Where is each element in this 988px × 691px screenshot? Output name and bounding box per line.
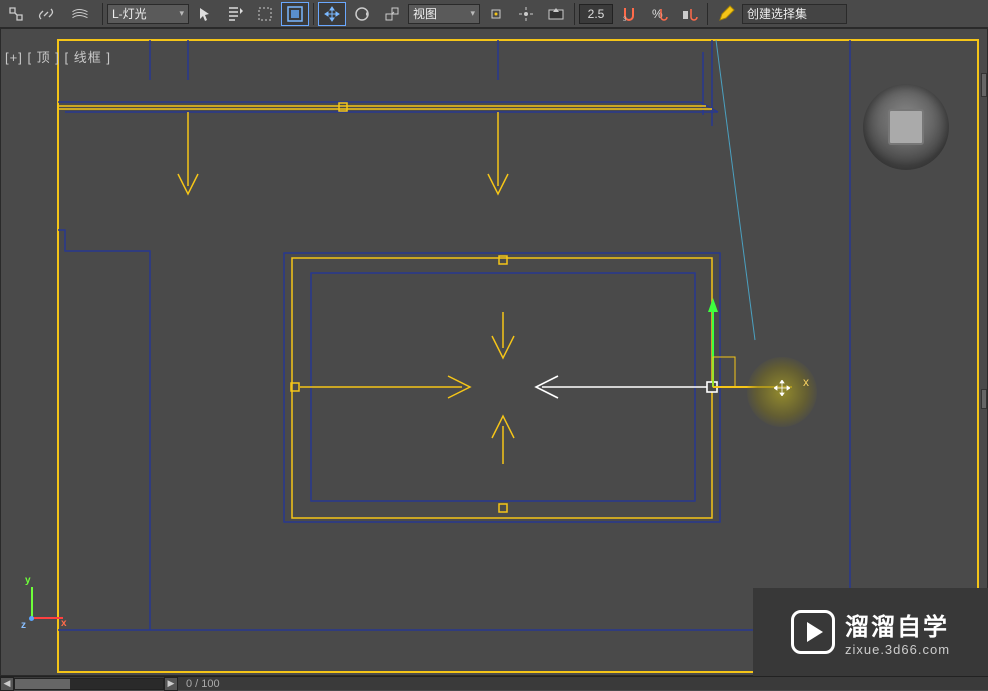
percent-snap-button[interactable] bbox=[675, 2, 703, 26]
watermark-overlay: 溜溜自学 zixue.3d66.com bbox=[753, 588, 988, 676]
scroll-right-button[interactable]: ▶ bbox=[164, 677, 178, 691]
region-select-button[interactable] bbox=[251, 2, 279, 26]
layer-combo[interactable]: L-灯光 ▾ bbox=[107, 4, 189, 24]
timeline-thumb[interactable] bbox=[15, 679, 70, 689]
viewport-label-plus: [+] bbox=[5, 50, 23, 65]
axis-label-y: y bbox=[25, 575, 31, 586]
angle-snap-button[interactable]: % bbox=[645, 2, 673, 26]
x-axis-icon bbox=[31, 617, 63, 619]
chevron-down-icon: ▾ bbox=[179, 8, 184, 19]
layer-combo-value: L-灯光 bbox=[112, 5, 147, 22]
snap-toggle-button[interactable]: 3 bbox=[615, 2, 643, 26]
viewport-active-border[interactable] bbox=[59, 41, 977, 671]
link-button[interactable] bbox=[32, 2, 60, 26]
timeline-scrollbar[interactable]: ◀ ▶ 0 / 100 bbox=[0, 676, 988, 690]
keyboard-shortcut-button[interactable] bbox=[542, 2, 570, 26]
separator bbox=[313, 3, 314, 25]
edit-named-sel-button[interactable] bbox=[712, 2, 740, 26]
window-crossing-button[interactable] bbox=[281, 2, 309, 26]
ref-coord-value: 视图 bbox=[413, 5, 437, 22]
viewcube[interactable] bbox=[863, 84, 949, 170]
named-selection-placeholder: 创建选择集 bbox=[747, 5, 807, 22]
main-toolbar: L-灯光 ▾ 视图 ▾ 2.5 3 % bbox=[0, 0, 988, 28]
watermark-title: 溜溜自学 bbox=[845, 607, 950, 642]
y-axis-icon bbox=[31, 587, 33, 619]
chevron-down-icon: ▾ bbox=[470, 8, 475, 19]
separator bbox=[707, 3, 708, 25]
viewport-label[interactable]: [+] [ 顶 ] [ 线框 ] bbox=[5, 47, 111, 66]
layers-button[interactable] bbox=[62, 2, 98, 26]
scrollbar-stub[interactable] bbox=[981, 73, 987, 97]
use-pivot-center-button[interactable] bbox=[482, 2, 510, 26]
scrollbar-stub[interactable] bbox=[981, 389, 987, 409]
timeline-frame-display: 0 / 100 bbox=[186, 678, 220, 690]
timeline-track[interactable] bbox=[14, 678, 164, 690]
separator bbox=[574, 3, 575, 25]
viewport-label-view: [ 顶 ] bbox=[27, 50, 59, 65]
rotate-button[interactable] bbox=[348, 2, 376, 26]
scale-button[interactable] bbox=[378, 2, 406, 26]
gizmo-axis-x-label: x bbox=[803, 375, 809, 389]
named-selection-combo[interactable]: 创建选择集 bbox=[742, 4, 847, 24]
z-axis-icon bbox=[29, 616, 34, 621]
play-icon bbox=[791, 610, 835, 654]
separator bbox=[102, 3, 103, 25]
axis-tripod: y x z bbox=[19, 581, 69, 631]
scroll-left-button[interactable]: ◀ bbox=[0, 677, 14, 691]
ref-coord-combo[interactable]: 视图 ▾ bbox=[408, 4, 480, 24]
schematic-view-button[interactable] bbox=[2, 2, 30, 26]
select-by-name-button[interactable] bbox=[221, 2, 249, 26]
viewport-label-shading: [ 线框 ] bbox=[65, 50, 111, 65]
angle-snap-value[interactable]: 2.5 bbox=[579, 4, 613, 24]
move-button[interactable] bbox=[318, 2, 346, 26]
viewcube-face[interactable] bbox=[888, 109, 924, 145]
select-object-button[interactable] bbox=[191, 2, 219, 26]
viewport-container: [+] [ 顶 ] [ 线框 ] y x z bbox=[0, 28, 988, 676]
watermark-subtitle: zixue.3d66.com bbox=[845, 642, 950, 657]
axis-label-x: x bbox=[61, 618, 67, 629]
select-manipulate-button[interactable] bbox=[512, 2, 540, 26]
axis-label-z: z bbox=[21, 620, 26, 631]
